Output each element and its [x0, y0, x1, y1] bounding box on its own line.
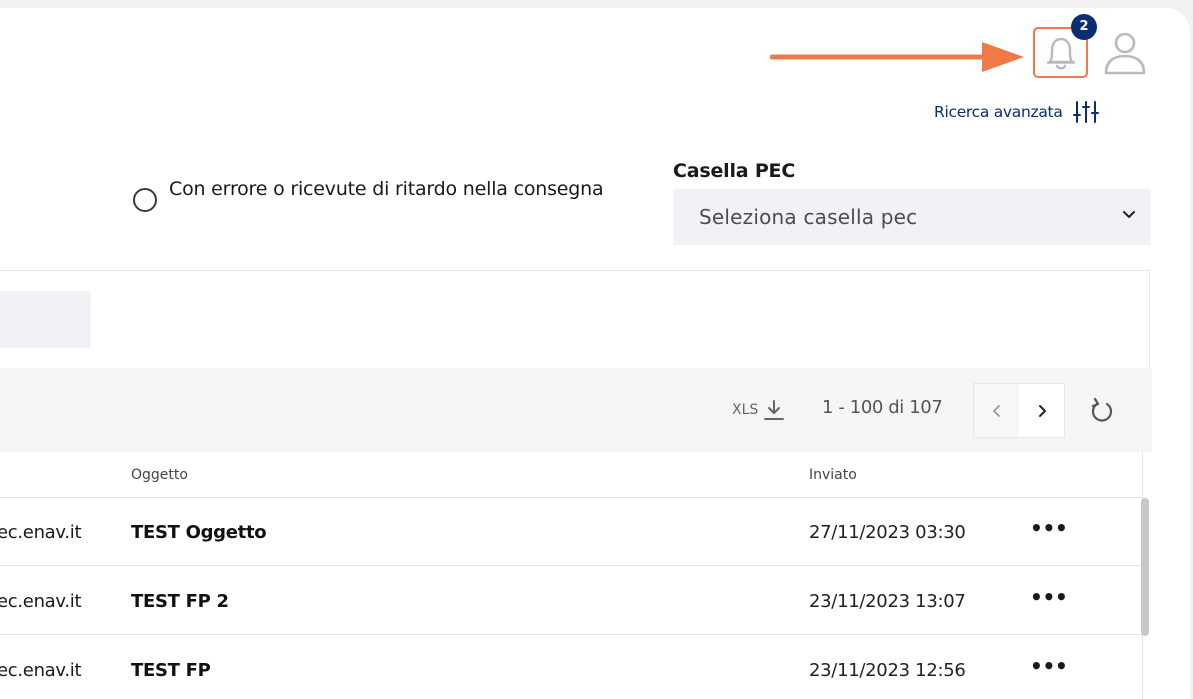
filter-chip[interactable]	[0, 291, 91, 348]
delivery-error-filter[interactable]: Con errore o ricevute di ritardo nella c…	[133, 178, 619, 212]
pec-label: Casella PEC	[673, 160, 796, 182]
notification-badge: 2	[1071, 14, 1097, 40]
chevron-right-icon	[1038, 404, 1046, 417]
next-page-button[interactable]	[1019, 384, 1064, 437]
advanced-search-label: Ricerca avanzata	[934, 103, 1063, 121]
chevron-down-icon	[1123, 211, 1135, 218]
xls-export-button[interactable]: XLS	[732, 399, 785, 421]
arrow-icon	[770, 42, 1024, 72]
sliders-icon	[1072, 101, 1099, 123]
filter-strip	[0, 270, 1150, 368]
row-date: 23/11/2023 13:07	[809, 591, 966, 612]
row-email: ec.enav.it	[0, 591, 82, 612]
user-icon[interactable]	[1102, 31, 1148, 77]
scrollbar[interactable]	[1141, 498, 1149, 636]
pagination-controls	[973, 383, 1065, 438]
pec-select-placeholder: Seleziona casella pec	[699, 205, 918, 229]
bell-icon	[1046, 37, 1075, 69]
column-header-oggetto[interactable]: Oggetto	[131, 467, 188, 483]
download-icon	[764, 400, 785, 420]
radio-button[interactable]	[133, 188, 157, 212]
xls-label: XLS	[732, 402, 759, 418]
advanced-search-button[interactable]: Ricerca avanzata	[934, 97, 1099, 127]
row-email: ec.enav.it	[0, 660, 82, 681]
table-header: Oggetto Inviato	[0, 452, 1143, 498]
pec-select[interactable]: Seleziona casella pec	[673, 189, 1151, 245]
table-row[interactable]: ec.enav.it TEST FP 23/11/2023 12:56 •••	[0, 636, 1143, 699]
table-row[interactable]: ec.enav.it TEST FP 2 23/11/2023 13:07 ••…	[0, 567, 1143, 635]
row-subject: TEST Oggetto	[131, 522, 267, 543]
column-header-inviato[interactable]: Inviato	[809, 467, 857, 483]
row-subject: TEST FP 2	[131, 591, 229, 612]
table-row[interactable]: ec.enav.it TEST Oggetto 27/11/2023 03:30…	[0, 498, 1143, 566]
pagination-label: 1 - 100 di 107	[822, 397, 943, 418]
chevron-left-icon	[992, 404, 1000, 417]
row-email: ec.enav.it	[0, 522, 82, 543]
radio-label: Con errore o ricevute di ritardo nella c…	[169, 178, 604, 200]
row-more-button[interactable]: •••	[1030, 654, 1068, 678]
previous-page-button[interactable]	[974, 384, 1019, 437]
refresh-icon[interactable]	[1089, 397, 1115, 425]
row-date: 27/11/2023 03:30	[809, 522, 966, 543]
row-more-button[interactable]: •••	[1030, 585, 1068, 609]
row-more-button[interactable]: •••	[1030, 516, 1068, 540]
row-subject: TEST FP	[131, 660, 211, 681]
row-date: 23/11/2023 12:56	[809, 660, 966, 681]
